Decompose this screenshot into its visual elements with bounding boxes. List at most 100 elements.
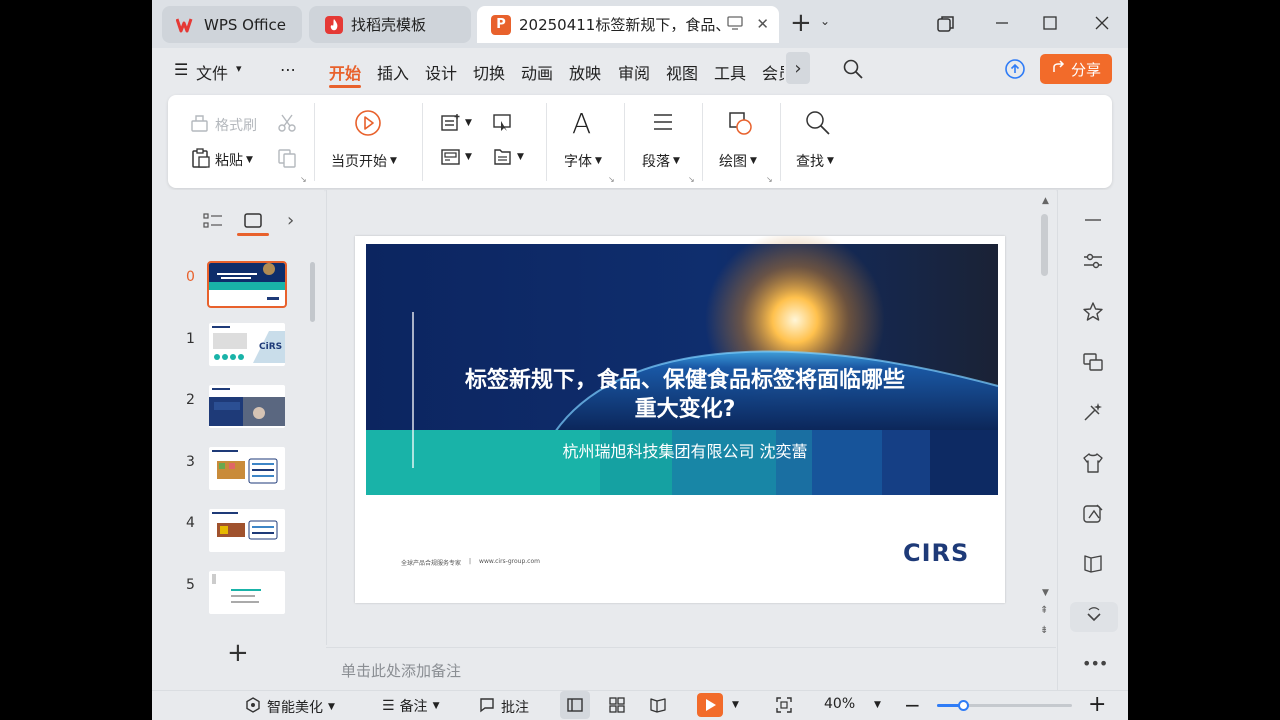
menu-file[interactable]: 文件	[196, 60, 228, 84]
slide-thumbnail-4[interactable]	[209, 509, 285, 552]
menu-transition[interactable]: 切换	[473, 60, 505, 84]
more-icon[interactable]: •••	[1082, 654, 1108, 673]
slide-thumbnail-5[interactable]	[209, 571, 285, 614]
menu-review[interactable]: 审阅	[618, 60, 650, 84]
zoom-slider-handle[interactable]	[958, 700, 969, 711]
format-painter-button[interactable]: 格式刷	[190, 113, 257, 137]
menu-design[interactable]: 设计	[425, 60, 457, 84]
tab-current-document[interactable]: P 20250411标签新规下，食品、 ✕	[477, 6, 779, 43]
zoom-in-icon[interactable]: +	[1088, 692, 1106, 717]
slideshow-play-button[interactable]	[697, 693, 723, 717]
slide-thumbnail-2[interactable]	[209, 385, 285, 428]
section-chevron-icon[interactable]: ▼	[517, 152, 524, 162]
new-slide-chevron-icon[interactable]: ▼	[465, 118, 472, 128]
clipboard-launcher-icon[interactable]: ↘	[300, 175, 307, 184]
layout-button[interactable]: ▼	[440, 147, 472, 167]
slide-sorter-icon[interactable]	[608, 696, 626, 714]
more-options-icon[interactable]: ⋯	[280, 60, 296, 79]
current-slide[interactable]: 标签新规下，食品、保健食品标签将面临哪些 重大变化? 杭州瑞旭科技集团有限公司 …	[355, 236, 1005, 603]
find-label: 查找	[796, 154, 824, 170]
close-window-icon[interactable]	[1094, 12, 1110, 37]
normal-view-button[interactable]	[560, 691, 590, 719]
slide-thumbnail-0[interactable]	[207, 261, 287, 308]
reuse-slide-icon[interactable]	[492, 113, 514, 133]
menu-tools[interactable]: 工具	[714, 60, 746, 84]
copy-icon[interactable]	[276, 147, 298, 169]
fit-window-icon[interactable]	[775, 696, 793, 714]
menu-view[interactable]: 视图	[666, 60, 698, 84]
paste-button[interactable]: 粘贴 ▼	[190, 147, 253, 173]
beautify-icon	[244, 696, 262, 718]
hamburger-icon[interactable]: ☰	[174, 60, 188, 79]
maximize-icon[interactable]	[1042, 12, 1058, 37]
font-button[interactable]: 字体 ▼	[564, 151, 602, 171]
paragraph-chevron-icon: ▼	[673, 156, 680, 166]
reading-view-icon[interactable]	[649, 696, 667, 714]
drawing-button[interactable]: 绘图 ▼	[719, 151, 757, 171]
zoom-level[interactable]: 40%	[824, 696, 855, 712]
font-a-icon[interactable]: A	[572, 107, 591, 140]
new-tab-plus-icon[interactable]: +	[790, 8, 812, 38]
play-menu-chevron-icon[interactable]: ▼	[732, 700, 739, 710]
animation-pane-icon[interactable]	[1081, 350, 1105, 374]
find-button[interactable]: 查找 ▼	[796, 151, 834, 171]
scroll-up-icon[interactable]: ▲	[1042, 196, 1049, 206]
slides-panel-scrollbar[interactable]	[310, 262, 315, 322]
panel-expand-chevron-icon[interactable]: ›	[287, 210, 294, 231]
notes-toggle-button[interactable]: ☰ 备注 ▼	[382, 696, 439, 716]
section-button[interactable]: ▼	[492, 147, 524, 167]
menu-scroll-right-icon[interactable]: ›	[786, 52, 810, 84]
tab-wps-office[interactable]: WPS Office	[162, 6, 302, 43]
new-slide-button[interactable]: ▼	[440, 113, 472, 133]
monitor-icon[interactable]	[727, 16, 743, 34]
menu-insert[interactable]: 插入	[377, 60, 409, 84]
slide-thumbnail-1[interactable]: CiRS	[209, 323, 285, 366]
tab-docer-templates[interactable]: 找稻壳模板	[309, 6, 471, 43]
paragraph-button[interactable]: 段落 ▼	[642, 151, 680, 171]
cut-icon[interactable]	[276, 113, 298, 133]
zoom-chevron-icon[interactable]: ▼	[874, 700, 881, 710]
menu-member[interactable]: 会员	[762, 60, 784, 84]
play-from-current-icon[interactable]	[354, 109, 382, 137]
font-launcher-icon[interactable]: ↘	[608, 175, 615, 184]
search-icon[interactable]	[842, 58, 864, 84]
tab-list-chevron-icon[interactable]: ⌄	[820, 14, 830, 28]
paste-chevron-icon[interactable]: ▼	[246, 155, 253, 165]
slide-thumbnail-3[interactable]	[209, 447, 285, 490]
cloud-sync-icon[interactable]	[1004, 58, 1026, 84]
canvas-vertical-scrollbar[interactable]	[1041, 214, 1048, 276]
paragraph-launcher-icon[interactable]: ↘	[688, 175, 695, 184]
minimize-icon[interactable]	[994, 12, 1010, 37]
sidebar-collapse-button[interactable]	[1070, 602, 1118, 632]
outline-view-icon[interactable]	[203, 212, 223, 234]
menu-home[interactable]: 开始	[329, 60, 361, 84]
star-icon[interactable]	[1081, 300, 1105, 324]
layout-chevron-icon[interactable]: ▼	[465, 152, 472, 162]
close-tab-icon[interactable]: ✕	[756, 15, 769, 33]
properties-sliders-icon[interactable]	[1081, 249, 1105, 273]
add-slide-plus-icon[interactable]: +	[227, 638, 249, 668]
zoom-out-icon[interactable]: −	[904, 693, 921, 717]
paragraph-lines-icon[interactable]	[652, 111, 674, 133]
drawing-launcher-icon[interactable]: ↘	[766, 175, 773, 184]
book-outline-icon[interactable]	[1081, 552, 1105, 576]
menu-slideshow[interactable]: 放映	[569, 60, 601, 84]
find-magnifier-icon[interactable]	[804, 109, 832, 137]
scroll-down-icon[interactable]: ▼	[1042, 588, 1049, 598]
shirt-template-icon[interactable]	[1081, 451, 1105, 475]
share-button[interactable]: 分享	[1040, 54, 1112, 84]
next-slide-icon[interactable]: ⇟	[1040, 626, 1048, 636]
tools-sparkle-icon[interactable]	[1081, 400, 1105, 424]
window-restore-icon[interactable]	[936, 14, 956, 40]
file-chevron-icon[interactable]: ▾	[236, 62, 242, 75]
menu-animation[interactable]: 动画	[521, 60, 553, 84]
prev-slide-icon[interactable]: ⇞	[1040, 606, 1048, 616]
image-edit-icon[interactable]	[1081, 502, 1105, 526]
smart-beautify-button[interactable]: 智能美化 ▼	[244, 696, 335, 718]
slide-view-icon[interactable]	[243, 212, 263, 234]
comments-button[interactable]: 批注	[478, 696, 529, 718]
play-from-current-button[interactable]: 当页开始 ▼	[331, 151, 397, 171]
collapse-sidebar-icon[interactable]	[1081, 208, 1105, 232]
shapes-icon[interactable]	[726, 109, 754, 137]
notes-pane[interactable]: 单击此处添加备注	[326, 647, 1056, 689]
